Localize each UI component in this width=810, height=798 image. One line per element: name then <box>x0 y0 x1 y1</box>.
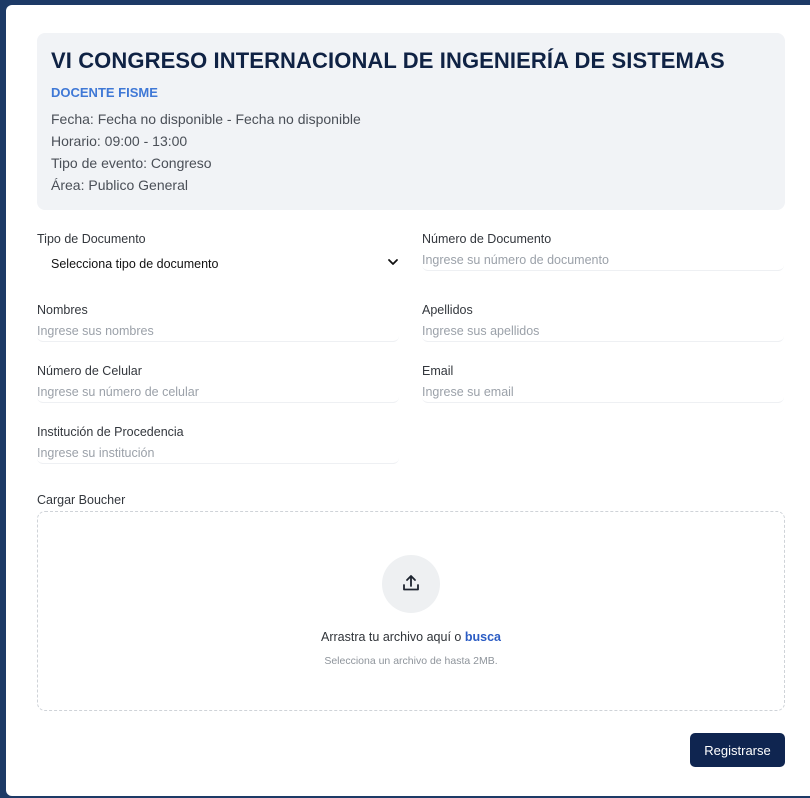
event-date: Fecha: Fecha no disponible - Fecha no di… <box>51 111 361 127</box>
drop-text: Arrastra tu archivo aquí o <box>321 630 462 644</box>
file-dropzone[interactable]: Arrastra tu archivo aquí o busca Selecci… <box>37 511 785 711</box>
first-names-input[interactable] <box>37 321 399 342</box>
document-number-input[interactable] <box>422 250 784 271</box>
email-input[interactable] <box>422 382 784 403</box>
institution-input[interactable] <box>37 443 399 464</box>
upload-icon-wrapper <box>382 555 440 613</box>
event-title: VI CONGRESO INTERNACIONAL DE INGENIERÍA … <box>51 48 725 73</box>
browse-link[interactable]: busca <box>465 630 501 644</box>
email-label: Email <box>422 364 454 378</box>
document-number-field: Número de Documento <box>422 232 786 272</box>
institution-field: Institución de Procedencia <box>37 425 401 465</box>
document-type-field: Tipo de Documento Selecciona tipo de doc… <box>37 232 401 278</box>
file-size-hint: Selecciona un archivo de hasta 2MB. <box>324 655 498 667</box>
document-type-label: Tipo de Documento <box>37 232 146 246</box>
document-number-label: Número de Documento <box>422 232 552 246</box>
document-type-selected: Selecciona tipo de documento <box>51 257 219 271</box>
drop-instructions: Arrastra tu archivo aquí o busca <box>38 630 784 644</box>
event-subtitle: DOCENTE FISME <box>51 85 158 100</box>
last-names-input[interactable] <box>422 321 784 342</box>
document-type-select[interactable]: Selecciona tipo de documento <box>37 249 399 275</box>
upload-label: Cargar Boucher <box>37 493 126 507</box>
phone-label: Número de Celular <box>37 364 142 378</box>
event-area: Área: Publico General <box>51 177 188 193</box>
chevron-down-icon <box>387 256 399 271</box>
phone-input[interactable] <box>37 382 399 403</box>
event-schedule: Horario: 09:00 - 13:00 <box>51 133 188 149</box>
institution-label: Institución de Procedencia <box>37 425 184 439</box>
last-names-label: Apellidos <box>422 303 473 317</box>
event-header: VI CONGRESO INTERNACIONAL DE INGENIERÍA … <box>37 33 785 210</box>
registration-card: VI CONGRESO INTERNACIONAL DE INGENIERÍA … <box>6 5 810 796</box>
first-names-label: Nombres <box>37 303 88 317</box>
event-type: Tipo de evento: Congreso <box>51 155 212 171</box>
upload-icon <box>403 575 419 591</box>
last-names-field: Apellidos <box>422 303 786 343</box>
phone-field: Número de Celular <box>37 364 401 404</box>
register-button[interactable]: Registrarse <box>690 733 785 767</box>
email-field: Email <box>422 364 786 404</box>
first-names-field: Nombres <box>37 303 401 343</box>
